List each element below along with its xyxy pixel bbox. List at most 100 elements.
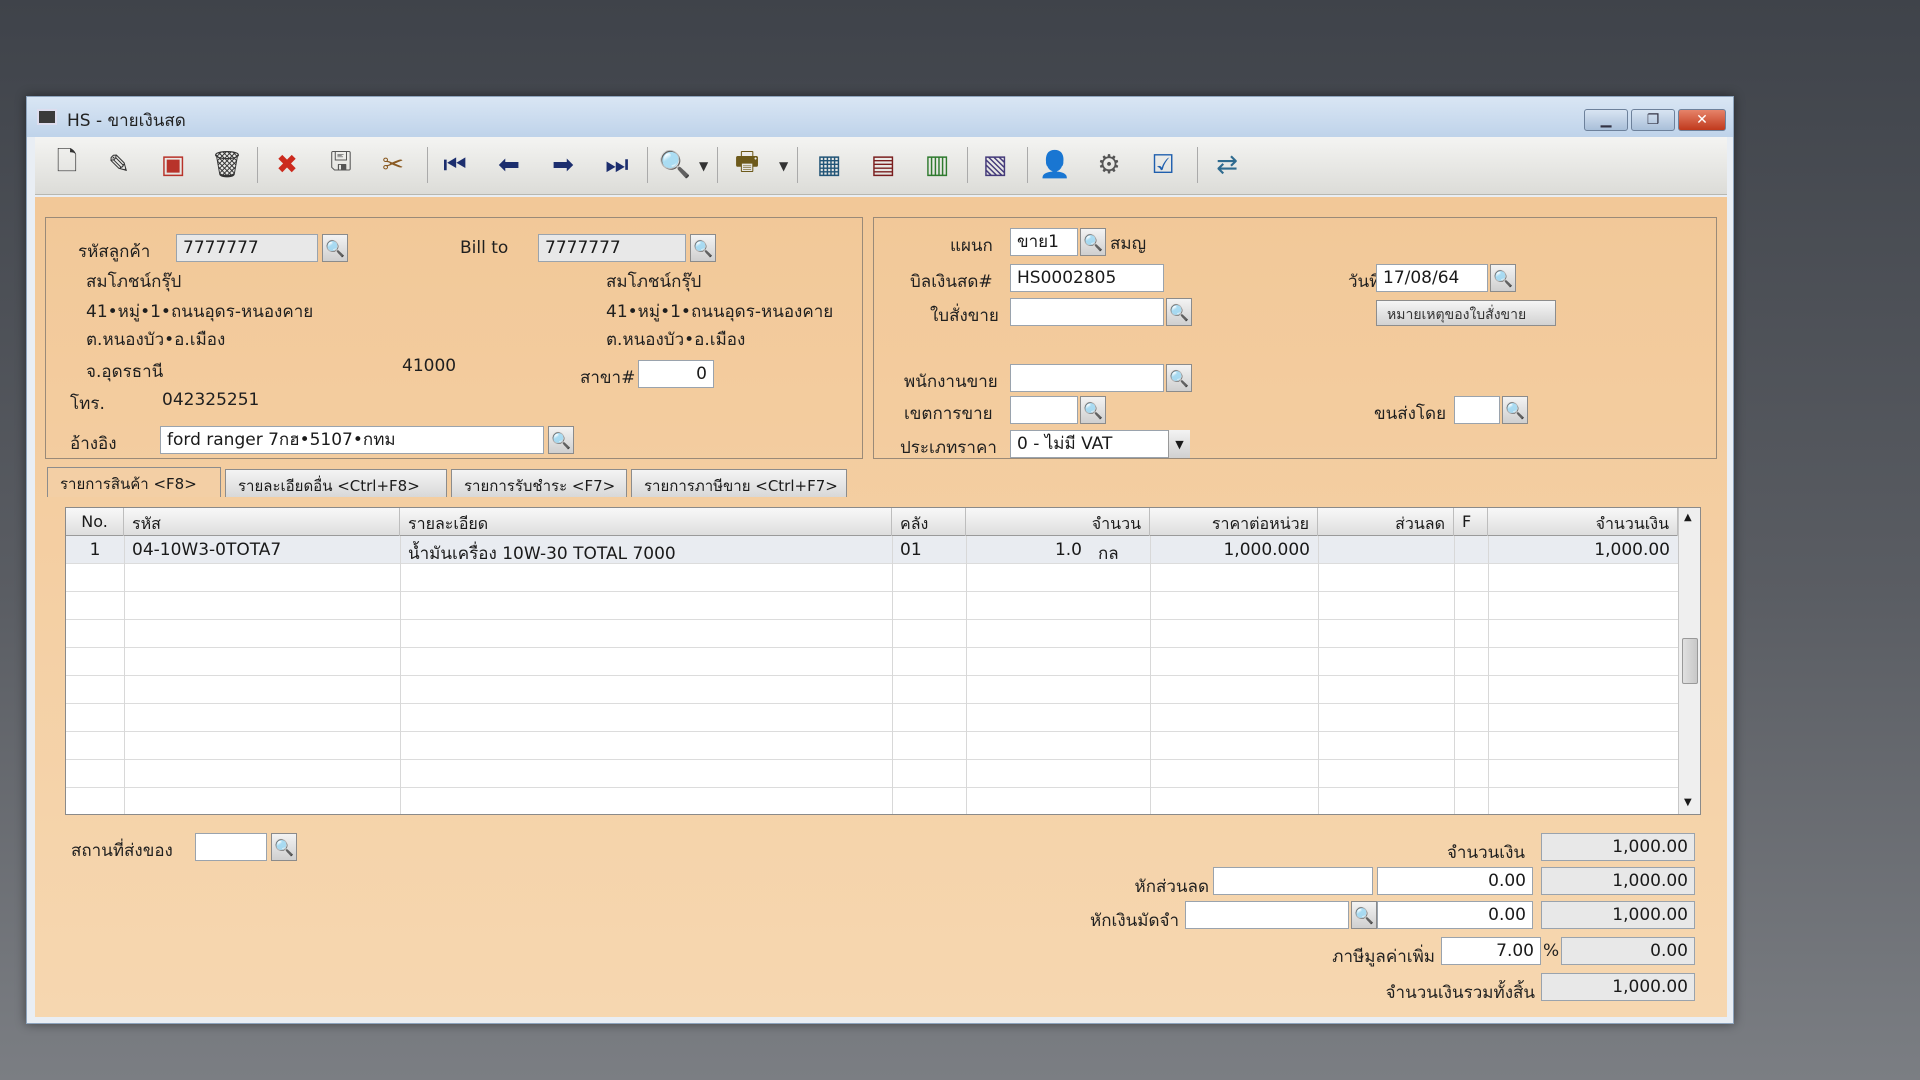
tab-items[interactable]: รายการสินค้า <F8> [47,467,221,497]
window-title: HS - ขายเงินสด [67,111,186,131]
search-icon: 🔍 [1169,368,1189,388]
customer-province: จ.อุดรธานี [86,362,164,382]
grand-total-value: 1,000.00 [1541,973,1695,1001]
printer-icon[interactable]: 🖶 [727,145,767,185]
first-record-icon[interactable]: ⏮ [435,145,475,185]
sales-zone-search-button[interactable]: 🔍 [1080,396,1106,424]
date-input[interactable]: 17/08/64 [1376,264,1488,292]
price-type-select[interactable]: 0 - ไม่มี VAT [1010,430,1190,458]
table-row-empty[interactable] [66,704,1678,732]
approve-user-icon[interactable]: 👤 [1035,145,1075,185]
tools-icon[interactable]: ✂ [373,145,413,185]
discount-input[interactable] [1213,867,1373,895]
shipping-search-button[interactable]: 🔍 [1502,396,1528,424]
previous-record-icon[interactable]: ⬅ [489,145,529,185]
search-icon: 🔍 [1169,302,1189,322]
table-row-empty[interactable] [66,592,1678,620]
vat-rate-input[interactable]: 7.00 [1441,937,1541,965]
customer-code-input[interactable]: 7777777 [176,234,318,262]
new-icon[interactable]: 🗋 [47,145,87,185]
customer-search-button[interactable]: 🔍 [322,234,348,262]
delivery-place-label: สถานที่ส่งของ [71,841,173,861]
salesman-input[interactable] [1010,364,1164,392]
ok-icon[interactable]: ☑ [1143,145,1183,185]
tab-other-details[interactable]: รายละเอียดอื่น <Ctrl+F8> [225,469,447,497]
reference-label: อ้างอิง [70,434,117,454]
sales-order-search-button[interactable]: 🔍 [1166,298,1192,326]
deposit-amount[interactable]: 0.00 [1377,901,1533,929]
table-row-empty[interactable] [66,648,1678,676]
col-header-description[interactable]: รายละเอียด [400,508,892,536]
tab-payments[interactable]: รายการรับชำระ <F7> [451,469,627,497]
app-icon [37,109,57,125]
billto-input[interactable]: 7777777 [538,234,686,262]
shipping-input[interactable] [1454,396,1500,424]
deposit-search-button[interactable]: 🔍 [1351,901,1377,929]
branch-input[interactable]: 0 [638,360,714,388]
col-header-quantity[interactable]: จำนวน [966,508,1150,536]
calendar-search-icon: 🔍 [1493,268,1513,288]
col-header-amount[interactable]: จำนวนเงิน [1488,508,1678,536]
search-dropdown-icon[interactable]: ▼ [699,159,708,173]
scrollbar-thumb[interactable] [1682,638,1698,684]
tab-sales-tax[interactable]: รายการภาษีขาย <Ctrl+F7> [631,469,847,497]
salesman-search-button[interactable]: 🔍 [1166,364,1192,392]
minimize-button[interactable]: ▁ [1584,109,1628,131]
search-icon: 🔍 [1354,905,1374,925]
discount-amount[interactable]: 0.00 [1377,867,1533,895]
customer-address-2: ต.หนองบัว•อ.เมือง [86,330,226,350]
search-document-icon[interactable]: 🔍 [655,145,695,185]
cash-bill-input[interactable]: HS0002805 [1010,264,1164,292]
chevron-down-icon[interactable]: ▼ [1168,430,1190,458]
table-row-empty[interactable] [66,760,1678,788]
deposit-input[interactable] [1185,901,1349,929]
delivery-search-button[interactable]: 🔍 [271,833,297,861]
billto-search-button[interactable]: 🔍 [690,234,716,262]
reference-search-button[interactable]: 🔍 [548,426,574,454]
sales-zone-label: เขตการขาย [904,404,993,424]
print-dropdown-icon[interactable]: ▼ [779,159,788,173]
col-header-code[interactable]: รหัส [124,508,400,536]
table-view-icon[interactable]: ▤ [863,145,903,185]
col-header-warehouse[interactable]: คลัง [892,508,966,536]
maximize-button[interactable]: ❐ [1631,109,1675,131]
billto-label: Bill to [460,238,509,258]
scroll-down-icon[interactable]: ▼ [1684,797,1692,808]
sales-zone-input[interactable] [1010,396,1078,424]
delete-icon[interactable]: 🗑 [207,145,247,185]
transfer-icon[interactable]: ⇄ [1207,145,1247,185]
table-row[interactable]: 1 04-10W3-0TOTA7 น้ำมันเครื่อง 10W-30 TO… [66,536,1678,564]
reference-input[interactable]: ford ranger 7กฮ•5107•กทม [160,426,544,454]
grid-view-icon[interactable]: ▦ [809,145,849,185]
save-icon[interactable]: 🖫 [321,145,361,185]
order-note-button[interactable]: หมายเหตุของใบสั่งขาย [1376,300,1556,326]
col-header-discount[interactable]: ส่วนลด [1318,508,1454,536]
title-bar: HS - ขายเงินสด ▁ ❐ ✕ [27,97,1733,137]
table-row-empty[interactable] [66,620,1678,648]
col-header-unit-price[interactable]: ราคาต่อหน่วย [1150,508,1318,536]
grid-scrollbar[interactable]: ▲ ▼ [1678,508,1700,814]
spreadsheet-icon[interactable]: ▥ [917,145,957,185]
delivery-place-input[interactable] [195,833,267,861]
col-header-f[interactable]: F [1454,508,1488,536]
table-row-empty[interactable] [66,564,1678,592]
sales-order-input[interactable] [1010,298,1164,326]
cell-description: น้ำมันเครื่อง 10W-30 TOTAL 7000 [408,544,676,564]
items-grid[interactable]: No. รหัส รายละเอียด คลัง จำนวน ราคาต่อหน… [65,507,1701,815]
department-input[interactable]: ขาย1 [1010,228,1078,256]
scroll-up-icon[interactable]: ▲ [1684,512,1692,523]
date-picker-button[interactable]: 🔍 [1490,264,1516,292]
table-row-empty[interactable] [66,732,1678,760]
settings-icon[interactable]: ⚙ [1089,145,1129,185]
cancel-icon[interactable]: ✖ [267,145,307,185]
col-header-no[interactable]: No. [66,508,124,536]
next-record-icon[interactable]: ➡ [543,145,583,185]
void-icon[interactable]: ▣ [153,145,193,185]
department-search-button[interactable]: 🔍 [1080,228,1106,256]
edit-icon[interactable]: ✎ [99,145,139,185]
report-icon[interactable]: ▧ [975,145,1015,185]
close-button[interactable]: ✕ [1678,109,1726,131]
table-row-empty[interactable] [66,676,1678,704]
table-row-empty[interactable] [66,788,1678,814]
last-record-icon[interactable]: ⏭ [597,145,637,185]
